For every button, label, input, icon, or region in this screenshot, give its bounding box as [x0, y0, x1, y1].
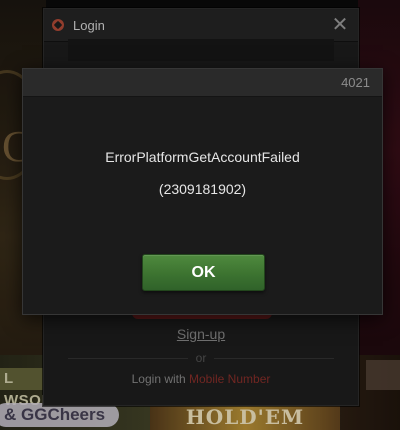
error-code: 4021 [341, 75, 370, 90]
error-dialog-header: 4021 [23, 69, 382, 97]
error-detail: (2309181902) [158, 181, 247, 197]
error-dialog: 4021 ErrorPlatformGetAccountFailed (2309… [22, 68, 383, 315]
error-message: ErrorPlatformGetAccountFailed [105, 149, 300, 165]
ok-button[interactable]: OK [142, 254, 265, 291]
